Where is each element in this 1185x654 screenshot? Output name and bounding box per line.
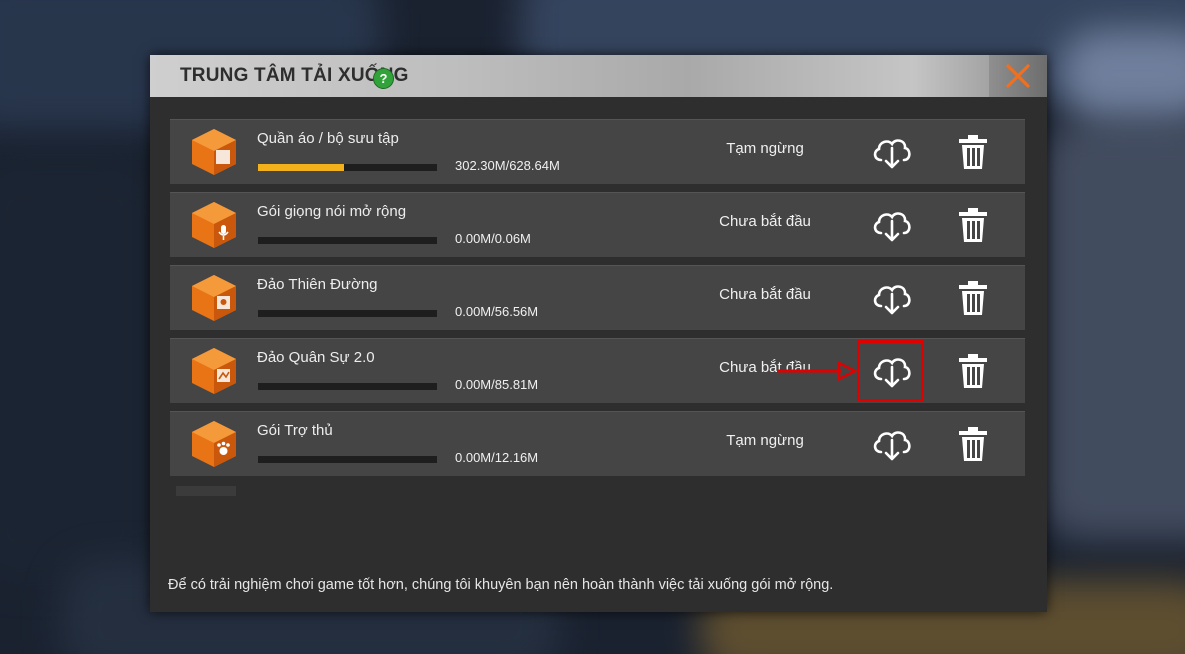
download-row: Đảo Quân Sự 2.0 0.00M/85.81M Chưa bắt đầ… [170, 338, 1025, 403]
download-status: Chưa bắt đầu [719, 213, 811, 230]
progress-bar [258, 310, 437, 317]
download-list: Quần áo / bộ sưu tập 302.30M/628.64M Tạm… [170, 119, 1025, 484]
package-name: Đảo Quân Sự 2.0 [257, 349, 375, 366]
download-row: Quần áo / bộ sưu tập 302.30M/628.64M Tạm… [170, 119, 1025, 184]
question-icon[interactable]: ? [373, 68, 394, 89]
package-name: Gói giọng nói mở rộng [257, 203, 407, 220]
cloud-download-icon[interactable] [870, 207, 914, 243]
download-row: Đảo Thiên Đường 0.00M/56.56M Chưa bắt đầ… [170, 265, 1025, 330]
close-icon [1006, 64, 1030, 88]
package-name: Đảo Thiên Đường [257, 276, 378, 293]
military-map-box-icon [192, 348, 236, 394]
dialog-header: TRUNG TÂM TẢI XUỐNG ? [150, 55, 1047, 97]
package-size: 302.30M/628.64M [455, 158, 560, 173]
pet-box-icon [192, 421, 236, 467]
package-size: 0.00M/85.81M [455, 377, 539, 392]
trash-icon[interactable] [956, 280, 990, 316]
trash-icon[interactable] [956, 353, 990, 389]
package-size: 0.00M/12.16M [455, 450, 539, 465]
island-map-box-icon [192, 275, 236, 321]
download-row: Gói giọng nói mở rộng 0.00M/0.06M Chưa b… [170, 192, 1025, 257]
cloud-download-icon[interactable] [870, 280, 914, 316]
package-name: Quần áo / bộ sưu tập [257, 130, 399, 147]
trash-icon[interactable] [956, 426, 990, 462]
progress-bar [258, 456, 437, 463]
progress-bar [258, 237, 437, 244]
download-center-dialog: TRUNG TÂM TẢI XUỐNG ? Quần áo / bộ sưu t… [150, 55, 1047, 612]
voice-box-icon [192, 202, 236, 248]
progress-bar [258, 383, 437, 390]
annotation-arrow [777, 361, 857, 381]
download-status: Chưa bắt đầu [719, 286, 811, 303]
scroll-hint [176, 486, 236, 496]
cloud-download-icon[interactable] [870, 134, 914, 170]
package-size: 0.00M/56.56M [455, 304, 539, 319]
progress-bar [258, 164, 437, 171]
trash-icon[interactable] [956, 134, 990, 170]
download-status: Tạm ngừng [726, 140, 804, 157]
package-name: Gói Trợ thủ [257, 422, 333, 439]
footer-note: Để có trải nghiệm chơi game tốt hơn, chú… [168, 577, 834, 593]
download-row: Gói Trợ thủ 0.00M/12.16M Tạm ngừng [170, 411, 1025, 476]
cloud-download-icon[interactable] [870, 353, 914, 389]
cloud-download-icon[interactable] [870, 426, 914, 462]
download-status: Tạm ngừng [726, 432, 804, 449]
trash-icon[interactable] [956, 207, 990, 243]
clothing-box-icon [192, 129, 236, 175]
package-size: 0.00M/0.06M [455, 231, 531, 246]
progress-fill [258, 164, 344, 171]
close-button[interactable] [989, 55, 1047, 97]
